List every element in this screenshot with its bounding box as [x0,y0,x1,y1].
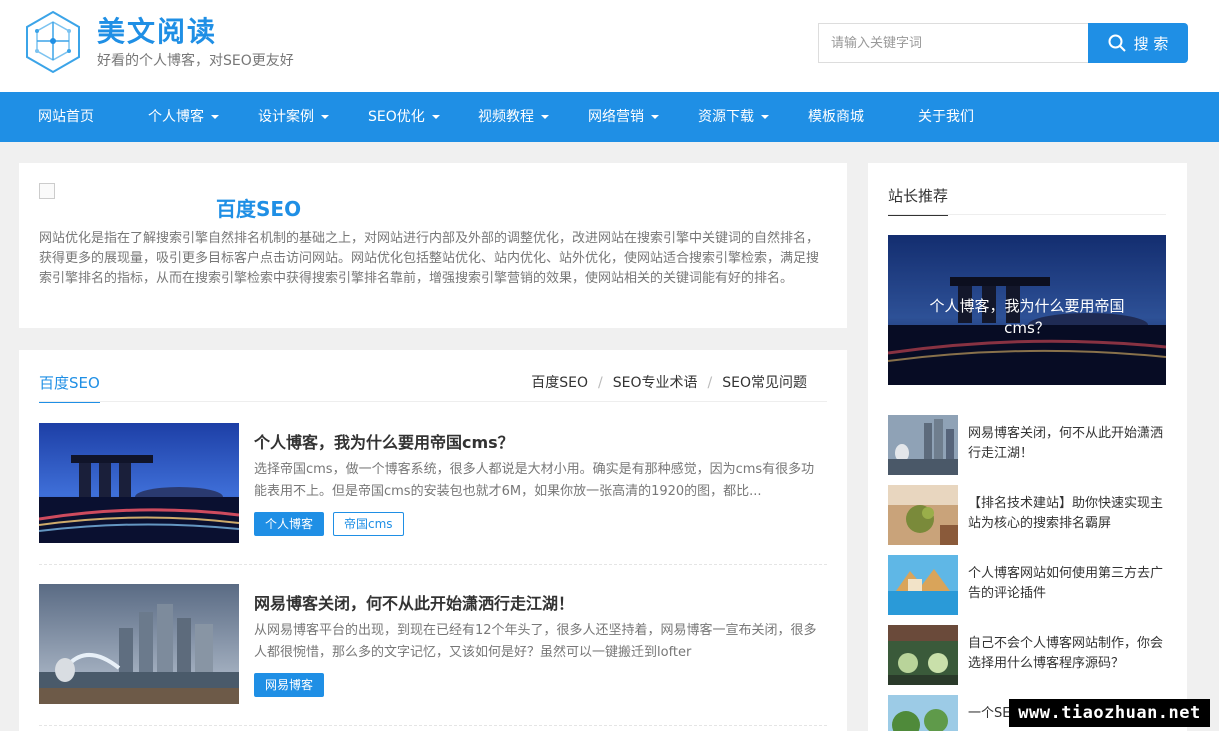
sidebar-post[interactable]: 个人博客网站如何使用第三方去广告的评论插件 [888,555,1166,615]
tag-empire-cms[interactable]: 帝国cms [333,512,404,536]
caret-down-icon [211,115,219,119]
post-title: 个人博客网站如何使用第三方去广告的评论插件 [968,566,1164,601]
search-button[interactable]: 搜 索 [1088,23,1188,63]
sidebar-recommend: 站长推荐 个人博客，我为什么要用帝国cms？ 网易博客关闭，何不从此开始潇洒行走… [868,163,1187,731]
subtab-seo-terms[interactable]: SEO专业术语 [613,375,698,391]
main-nav: 网站首页 个人博客 设计案例 SEO优化 视频教程 网络营销 资源下载 模板商城… [0,92,1219,142]
caret-down-icon [541,115,549,119]
featured-post[interactable]: 个人博客，我为什么要用帝国cms？ [888,235,1166,385]
subtab-links: 百度SEO / SEO专业术语 / SEO常见问题 [531,372,807,392]
article-list-panel: 百度SEO 百度SEO / SEO专业术语 / SEO常见问题 个人博客，我为什么要用帝… [19,350,847,731]
post-title: 网易博客关闭，何不从此开始潇洒行走江湖！ [968,426,1164,461]
article-divider [39,564,827,565]
post-thumbnail [888,695,958,731]
nav-label: 网站首页 [38,109,94,125]
sidebar-title: 站长推荐 [888,185,949,216]
article-title[interactable]: 网易博客关闭，何不从此开始潇洒行走江湖！ [254,590,574,614]
nav-label: SEO优化 [368,109,425,125]
tab-baidu-seo[interactable]: 百度SEO [39,372,100,403]
article-title[interactable]: 个人博客，我为什么要用帝国cms？ [254,429,514,453]
tag-personal-blog[interactable]: 个人博客 [254,512,325,536]
tab-divider [39,401,827,402]
nav-label: 资源下载 [698,109,754,125]
article-divider [39,725,827,726]
post-thumbnail [888,555,958,615]
caret-down-icon [431,115,440,119]
post-thumbnail [888,415,958,475]
nav-item-blog[interactable]: 个人博客 [148,92,219,142]
broken-image-icon [39,183,55,199]
article-excerpt: 选择帝国cms，做一个博客系统，很多人都说是大材小用。确实是有那种感觉，因为cm… [254,462,815,499]
nav-label: 设计案例 [258,109,314,125]
nav-item-home[interactable]: 网站首页 [38,92,94,142]
site-subtitle: 好看的个人博客，对SEO更友好 [97,53,294,69]
nav-item-design[interactable]: 设计案例 [258,92,329,142]
article-excerpt: 从网易博客平台的出现，到现在已经有12个年头了，很多人还坚持着，网易博客一宣布关… [254,623,817,660]
site-title[interactable]: 美文阅读 [97,10,217,50]
search-icon [1108,34,1126,52]
nav-item-video[interactable]: 视频教程 [478,92,549,142]
post-thumbnail [888,485,958,545]
sidebar-divider [888,214,1166,215]
sidebar-post[interactable]: 网易博客关闭，何不从此开始潇洒行走江湖！ [888,415,1166,475]
nav-label: 视频教程 [478,109,534,125]
nav-label: 关于我们 [918,109,974,125]
tag-netease-blog[interactable]: 网易博客 [254,673,325,697]
separator: / [598,375,603,391]
category-intro: 百度SEO 网站优化是指在了解搜索引擎自然排名机制的基础之上，对网站进行内部及外… [19,163,847,328]
category-description: 网站优化是指在了解搜索引擎自然排名机制的基础之上，对网站进行内部及外部的调整优化… [39,231,820,286]
nav-label: 模板商城 [808,109,864,125]
nav-item-seo[interactable]: SEO优化 [368,92,440,142]
nav-label: 个人博客 [148,109,204,125]
nav-item-marketing[interactable]: 网络营销 [588,92,659,142]
category-title: 百度SEO [216,197,302,221]
night-city-image [39,423,239,543]
site-header: 美文阅读 好看的个人博客，对SEO更友好 搜 索 [0,0,1219,92]
caret-down-icon [321,115,329,119]
nav-label: 网络营销 [588,109,644,125]
search-button-label: 搜 索 [1133,34,1169,53]
post-thumbnail [888,625,958,685]
search-input[interactable] [818,23,1088,63]
caret-down-icon [651,115,659,119]
article-item: 网易博客关闭，何不从此开始潇洒行走江湖！ 从网易博客平台的出现，到现在已经有12… [39,584,827,704]
sidebar-post[interactable]: 自己不会个人博客网站制作，你会选择用什么博客程序源码？ [888,625,1166,685]
nav-item-templates[interactable]: 模板商城 [808,92,864,142]
article-thumbnail[interactable] [39,584,239,704]
nav-item-download[interactable]: 资源下载 [698,92,769,142]
city-skyline-image [39,584,239,704]
site-logo-icon[interactable] [24,10,82,74]
article-thumbnail[interactable] [39,423,239,543]
separator: / [707,375,713,391]
article-item: 个人博客，我为什么要用帝国cms？ 选择帝国cms，做一个博客系统，很多人都说是… [39,423,827,543]
subtab-seo-faq[interactable]: SEO常见问题 [722,375,807,391]
featured-caption: 个人博客，我为什么要用帝国cms？ [929,297,1125,337]
nav-item-about[interactable]: 关于我们 [918,92,974,142]
post-title: 自己不会个人博客网站制作，你会选择用什么博客程序源码？ [968,636,1164,671]
sidebar-post[interactable]: 【排名技术建站】助你快速实现主站为核心的搜索排名霸屏 [888,485,1166,545]
post-title: 【排名技术建站】助你快速实现主站为核心的搜索排名霸屏 [968,496,1164,531]
watermark-text: www.tiaozhuan.net [1009,699,1210,727]
caret-down-icon [761,115,769,119]
subtab-baidu-seo[interactable]: 百度SEO [531,375,588,391]
